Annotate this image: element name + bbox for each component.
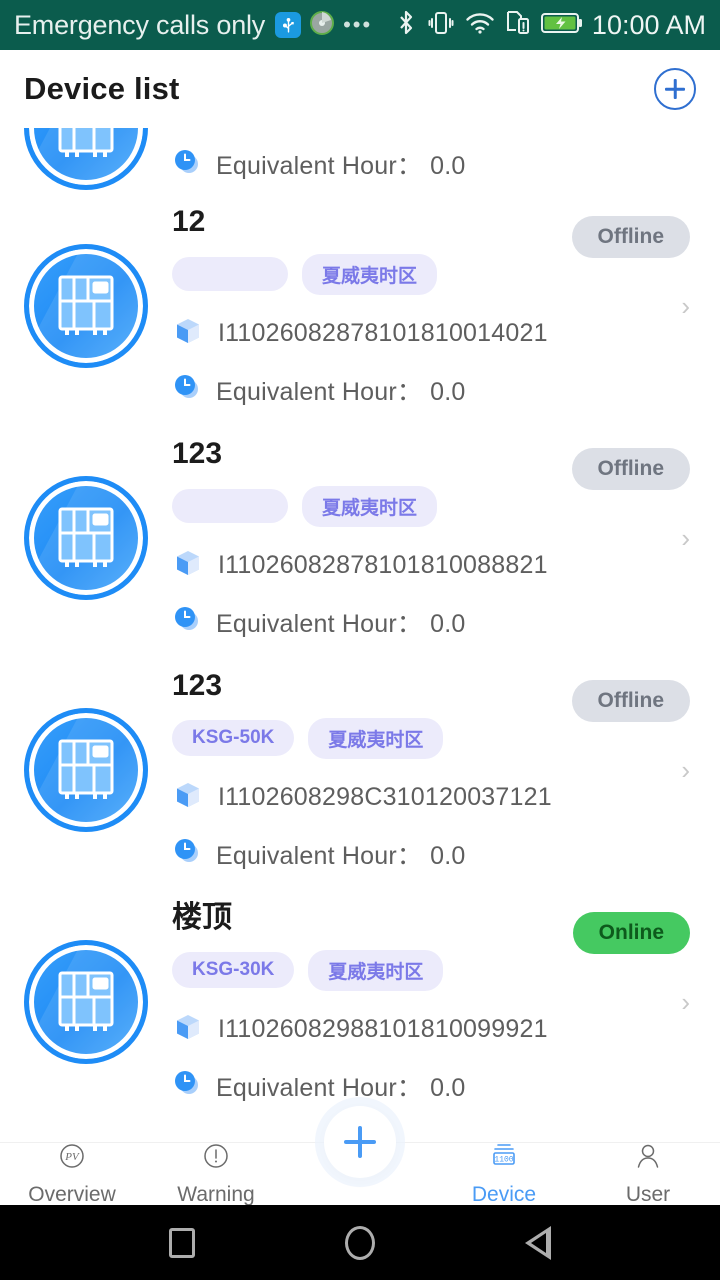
timezone-tag: 夏威夷时区 (308, 717, 444, 759)
tab-overview[interactable]: PV Overview (0, 1141, 144, 1207)
cube-icon (172, 779, 204, 816)
status-badge: Offline (571, 216, 690, 258)
inverter-cabinet-icon (24, 476, 148, 600)
usb-icon (275, 12, 302, 38)
list-item[interactable]: 123 夏威夷时区 I11026082878101810088821 Equiv… (0, 422, 720, 654)
device-serial: I1102608298C310120037121 (218, 782, 552, 811)
clock-icon (172, 147, 202, 182)
equivalent-hour-row: Equivalent Hour： 0.0 (172, 604, 686, 640)
svg-text:PV: PV (64, 1151, 80, 1163)
device-tags: 夏威夷时区 (172, 485, 686, 527)
device-list[interactable]: Equivalent Hour： 0.0 12 夏威夷时区 I110260828… (0, 128, 720, 1142)
equivalent-hour-label: Equivalent Hour： 0.0 (216, 841, 466, 870)
equivalent-hour-label: Equivalent Hour： 0.0 (216, 609, 466, 638)
clock-icon (172, 836, 202, 871)
model-tag: KSG-50K (172, 720, 295, 756)
tab-device[interactable]: 1100 Device (432, 1141, 576, 1207)
device-tags: KSG-50K 夏威夷时区 (172, 717, 686, 759)
sim-card-icon (506, 9, 530, 42)
serial-row: I11026082878101810088821 (172, 547, 686, 584)
android-nav-bar (0, 1205, 720, 1280)
tab-user-label: User (625, 1183, 671, 1206)
inverter-cabinet-icon (24, 244, 148, 368)
model-tag: KSG-30K (172, 952, 295, 988)
equivalent-hour-row: Equivalent Hour： 0.0 (172, 146, 686, 182)
device-serial: I11026082878101810014021 (218, 318, 548, 347)
timezone-tag: 夏威夷时区 (302, 485, 438, 527)
cube-icon (172, 547, 204, 584)
tab-device-label: Device (471, 1183, 537, 1206)
wifi-icon (465, 11, 495, 40)
chevron-right-icon: › (681, 291, 690, 321)
pv-circle-icon: PV (56, 1141, 88, 1178)
equivalent-hour-label: Equivalent Hour： 0.0 (216, 377, 466, 406)
bottom-tab-bar: PV Overview Warning 1100 Device User (0, 1106, 720, 1207)
phone-screen: Emergency calls only ••• 10:00 AM Device… (0, 0, 720, 1280)
inverter-cabinet-icon (24, 128, 148, 190)
vibrate-icon (428, 9, 454, 42)
clock-icon (172, 372, 202, 407)
model-tag (172, 489, 288, 523)
list-item[interactable]: 123 KSG-50K 夏威夷时区 I1102608298C3101200371… (0, 654, 720, 886)
serial-row: I11026082988101810099921 (172, 1011, 686, 1048)
list-item[interactable]: 12 夏威夷时区 I11026082878101810014021 Equiva… (0, 190, 720, 422)
recents-square-icon[interactable] (169, 1227, 195, 1258)
serial-row: I11026082878101810014021 (172, 315, 686, 352)
device-avatar (0, 940, 172, 1064)
status-bar: Emergency calls only ••• 10:00 AM (0, 0, 720, 50)
device-tags: 夏威夷时区 (172, 253, 686, 295)
back-triangle-icon[interactable] (525, 1225, 551, 1260)
chevron-right-icon: › (681, 755, 690, 785)
cube-icon (172, 315, 204, 352)
plus-fab-icon[interactable] (324, 1106, 396, 1178)
tab-warning-label: Warning (177, 1183, 255, 1206)
bluetooth-icon (395, 9, 417, 42)
device-avatar (0, 128, 172, 190)
model-tag (172, 257, 288, 291)
equivalent-hour-row: Equivalent Hour： 0.0 (172, 372, 686, 408)
home-circle-icon[interactable] (345, 1225, 375, 1260)
tab-warning[interactable]: Warning (144, 1141, 288, 1207)
device-serial: I11026082988101810099921 (218, 1014, 548, 1043)
serial-row: I1102608298C310120037121 (172, 779, 686, 816)
person-icon (632, 1141, 664, 1178)
chevron-right-icon: › (681, 523, 690, 553)
device-avatar (0, 244, 172, 368)
clock-label: 10:00 AM (591, 9, 706, 40)
device-avatar (0, 476, 172, 600)
status-badge: Offline (571, 680, 690, 722)
list-item[interactable]: 楼顶 KSG-30K 夏威夷时区 I1102608298810181009992… (0, 886, 720, 1118)
chevron-right-icon: › (681, 987, 690, 1017)
device-tags: KSG-30K 夏威夷时区 (172, 949, 686, 991)
equivalent-hour-label: Equivalent Hour： 0.0 (216, 1073, 466, 1102)
app-header: Device list (0, 50, 720, 128)
carrier-label: Emergency calls only (14, 9, 266, 40)
list-item[interactable]: Equivalent Hour： 0.0 (0, 128, 720, 190)
equivalent-hour-row: Equivalent Hour： 0.0 (172, 836, 686, 872)
device-avatar (0, 708, 172, 832)
timezone-tag: 夏威夷时区 (302, 253, 438, 295)
cube-icon (172, 1011, 204, 1048)
clock-icon (172, 604, 202, 639)
more-dots-icon: ••• (343, 12, 373, 37)
inverter-cabinet-icon (24, 940, 148, 1064)
inverter-icon: 1100 (487, 1141, 521, 1178)
svg-text:1100: 1100 (494, 1156, 513, 1165)
inverter-cabinet-icon (24, 708, 148, 832)
tab-user[interactable]: User (576, 1141, 720, 1207)
exclamation-circle-icon (200, 1141, 232, 1178)
equivalent-hour-label: Equivalent Hour： 0.0 (216, 152, 466, 180)
page-title: Device list (24, 71, 180, 106)
timezone-tag: 夏威夷时区 (308, 949, 444, 991)
disc-icon (309, 10, 335, 41)
status-badge: Online (572, 912, 690, 954)
clock-icon (172, 1068, 202, 1103)
status-badge: Offline (571, 448, 690, 490)
equivalent-hour-row: Equivalent Hour： 0.0 (172, 1068, 686, 1104)
tab-overview-label: Overview (28, 1183, 116, 1206)
battery-charging-icon (540, 11, 583, 40)
device-serial: I11026082878101810088821 (218, 550, 548, 579)
add-device-button[interactable] (654, 68, 696, 110)
